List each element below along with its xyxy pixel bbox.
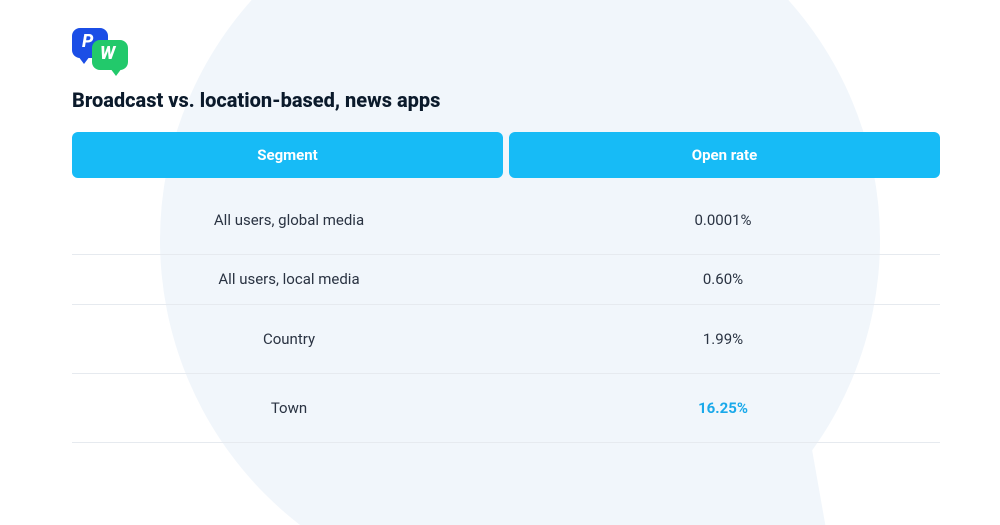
cell-segment: All users, local media [72, 255, 506, 303]
col-header-open-rate: Open rate [509, 132, 940, 178]
table-row: Town 16.25% [72, 374, 940, 443]
cell-open-rate: 16.25% [506, 374, 940, 442]
table-row: All users, global media 0.0001% [72, 186, 940, 255]
cell-open-rate: 1.99% [506, 305, 940, 373]
cell-text: 1.99% [703, 330, 743, 348]
table-header-row: Segment Open rate [72, 132, 940, 178]
cell-text: 0.0001% [694, 211, 751, 229]
cell-text-highlight: 16.25% [698, 399, 748, 417]
cell-segment: All users, global media [72, 186, 506, 254]
col-header-segment: Segment [72, 132, 503, 178]
cell-text: 0.60% [703, 270, 743, 288]
content-area: P W Broadcast vs. location-based, news a… [0, 0, 1000, 443]
cell-text: All users, global media [214, 210, 364, 230]
cell-text: All users, local media [218, 269, 359, 289]
cell-open-rate: 0.0001% [506, 186, 940, 254]
cell-open-rate: 0.60% [506, 255, 940, 303]
data-table: Segment Open rate All users, global medi… [72, 132, 940, 443]
table-row: All users, local media 0.60% [72, 255, 940, 304]
page-title: Broadcast vs. location-based, news apps [72, 88, 940, 112]
cell-segment: Country [72, 305, 506, 373]
table-row: Country 1.99% [72, 305, 940, 374]
cell-text: Town [271, 398, 307, 418]
cell-text: Country [263, 329, 315, 349]
logo-w-icon: W [92, 40, 128, 70]
brand-logo: P W [72, 28, 128, 72]
cell-segment: Town [72, 374, 506, 442]
